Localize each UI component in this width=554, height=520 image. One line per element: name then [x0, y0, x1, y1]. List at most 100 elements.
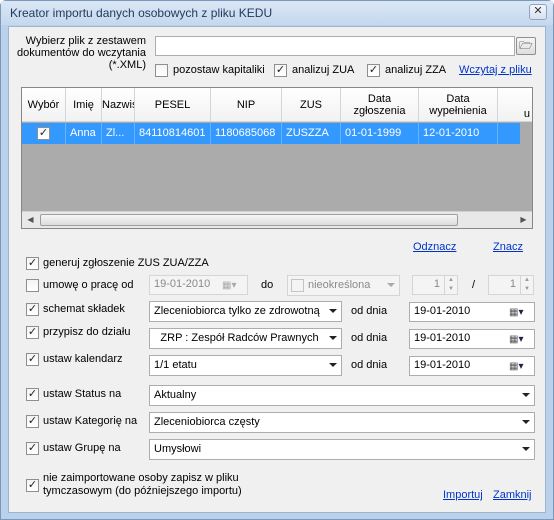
- calendar-icon: ▦▾: [222, 280, 237, 291]
- cell-completion-date[interactable]: 12-01-2010: [419, 123, 498, 144]
- keep-caps-label: pozostaw kapitaliki: [173, 64, 265, 76]
- cell-registration-date[interactable]: 01-01-1999: [341, 123, 419, 144]
- scroll-thumb[interactable]: [40, 214, 458, 226]
- status-value: Aktualny: [154, 389, 197, 401]
- category-value: Zleceniobiorca częsty: [154, 416, 260, 428]
- schema-label: schemat składek: [43, 303, 125, 315]
- col-header-zus[interactable]: ZUS: [282, 88, 341, 122]
- documents-grid[interactable]: Wybór Imię Nazwisko PESEL NIP ZUS Data z…: [21, 87, 533, 229]
- cell-firstname[interactable]: Anna: [66, 123, 102, 144]
- group-label: ustaw Grupę na: [43, 442, 121, 454]
- calendar-date-value: 19-01-2010: [414, 359, 471, 371]
- col-header-pesel[interactable]: PESEL: [135, 88, 211, 122]
- schema-date-label: od dnia: [351, 305, 388, 317]
- col-header-completion-date[interactable]: Data wypełnienia: [419, 88, 498, 122]
- contract-label: umowę o pracę od: [43, 279, 134, 291]
- department-select[interactable]: ZRP : Zespół Radców Prawnych: [149, 328, 342, 349]
- spinner-icon: ▲ ▼: [444, 276, 457, 294]
- cell-lastname[interactable]: Zl...: [102, 123, 135, 144]
- generate-zus-checkbox[interactable]: ✓: [26, 257, 39, 270]
- select-all-link[interactable]: Znacz: [493, 241, 523, 253]
- folder-icon: 🗁: [519, 40, 533, 52]
- indefinite-label: nieokreślona: [308, 279, 371, 291]
- cell-pesel[interactable]: 84110814601: [135, 123, 211, 144]
- save-temp-checkbox[interactable]: ✓: [26, 479, 39, 492]
- load-from-file-link[interactable]: Wczytaj z pliku: [459, 64, 545, 76]
- import-link[interactable]: Importuj: [443, 489, 483, 501]
- file-path-input[interactable]: [155, 36, 515, 56]
- col-header-nip[interactable]: NIP: [211, 88, 282, 122]
- col-header-select[interactable]: Wybór: [22, 88, 66, 122]
- window-title: Kreator importu danych osobowych z pliku…: [10, 6, 273, 20]
- department-date-picker[interactable]: 19-01-2010 ▦▾: [409, 329, 535, 349]
- col-header-lastname[interactable]: Nazwisko: [102, 88, 135, 122]
- calendar-icon[interactable]: ▦▾: [509, 306, 531, 320]
- calendar-label: ustaw kalendarz: [43, 353, 123, 365]
- title-bar: Kreator importu danych osobowych z pliku…: [1, 1, 553, 25]
- calendar-value: 1/1 etatu: [154, 359, 197, 371]
- cell-zus[interactable]: ZUSZZA: [282, 123, 341, 144]
- calendar-icon[interactable]: ▦▾: [509, 360, 531, 374]
- contract-checkbox[interactable]: [26, 279, 39, 292]
- status-select[interactable]: Aktualny: [149, 385, 535, 406]
- calendar-checkbox[interactable]: ✓: [26, 353, 39, 366]
- cell-nip[interactable]: 1180685068: [211, 123, 282, 144]
- col-header-registration-date[interactable]: Data zgłoszenia: [341, 88, 419, 122]
- chevron-down-icon: [329, 336, 337, 340]
- analyze-zua-checkbox[interactable]: ✓: [274, 64, 287, 77]
- department-date-value: 19-01-2010: [414, 332, 471, 344]
- analyze-zza-checkbox[interactable]: ✓: [367, 64, 380, 77]
- analyze-zza-label: analizuj ZZA: [385, 64, 447, 76]
- grid-header: Wybór Imię Nazwisko PESEL NIP ZUS Data z…: [22, 88, 532, 122]
- chevron-down-icon: [329, 363, 337, 367]
- ratio-numerator-value: 1: [433, 278, 440, 290]
- group-checkbox[interactable]: ✓: [26, 442, 39, 455]
- row-select-cell[interactable]: ✓: [22, 123, 66, 144]
- chevron-down-icon: [522, 393, 530, 397]
- category-select[interactable]: Zleceniobiorca częsty: [149, 412, 535, 433]
- grid-horizontal-scrollbar[interactable]: ◀ ▶: [22, 211, 532, 228]
- file-label: Wybierz plik z zestawem dokumentów do wc…: [16, 35, 146, 71]
- generate-zus-label: generuj zgłoszenie ZUS ZUA/ZZA: [43, 257, 209, 269]
- category-label: ustaw Kategorię na: [43, 415, 138, 427]
- department-checkbox[interactable]: ✓: [26, 326, 39, 339]
- calendar-date-picker[interactable]: 19-01-2010 ▦▾: [409, 356, 535, 376]
- status-checkbox[interactable]: ✓: [26, 388, 39, 401]
- save-temp-label: nie zaimportowane osoby zapisz w pliku t…: [43, 472, 242, 497]
- analyze-zua-label: analizuj ZUA: [292, 64, 355, 76]
- group-value: Umysłowi: [154, 443, 202, 455]
- schema-date-picker[interactable]: 19-01-2010 ▦▾: [409, 302, 535, 322]
- schema-select[interactable]: Zleceniobiorca tylko ze zdrowotną: [149, 301, 342, 322]
- close-link[interactable]: Zamknij: [493, 489, 532, 501]
- department-label: przypisz do działu: [43, 326, 131, 338]
- chevron-down-icon: [522, 420, 530, 424]
- browse-button[interactable]: 🗁: [516, 37, 536, 55]
- department-value: ZRP : Zespół Radców Prawnych: [160, 332, 319, 344]
- col-header-more[interactable]: u: [498, 88, 532, 122]
- group-select[interactable]: Umysłowi: [149, 439, 535, 460]
- schema-checkbox[interactable]: ✓: [26, 303, 39, 316]
- ratio-numerator-stepper: 1 ▲ ▼: [412, 275, 458, 295]
- calendar-icon[interactable]: ▦▾: [509, 333, 531, 347]
- table-row[interactable]: ✓ Anna Zl... 84110814601 1180685068 ZUSZ…: [22, 123, 520, 144]
- contract-to-label: do: [261, 279, 274, 291]
- col-header-firstname[interactable]: Imię: [66, 88, 102, 122]
- unselect-all-link[interactable]: Odznacz: [413, 241, 456, 253]
- dialog-window: Kreator importu danych osobowych z pliku…: [0, 0, 554, 520]
- scroll-left-icon[interactable]: ◀: [22, 212, 39, 228]
- category-checkbox[interactable]: ✓: [26, 415, 39, 428]
- keep-caps-checkbox[interactable]: [155, 64, 168, 77]
- ratio-denominator-value: 1: [509, 278, 516, 290]
- ratio-denominator-stepper: 1 ▲ ▼: [488, 275, 534, 295]
- row-select-checkbox[interactable]: ✓: [37, 127, 50, 140]
- chevron-down-icon: [329, 309, 337, 313]
- chevron-down-icon: [387, 283, 395, 287]
- schema-value: Zleceniobiorca tylko ze zdrowotną: [154, 305, 320, 317]
- scroll-right-icon[interactable]: ▶: [515, 212, 532, 228]
- status-label: ustaw Status na: [43, 388, 122, 400]
- calendar-date-label: od dnia: [351, 359, 388, 371]
- spinner-icon: ▲ ▼: [520, 276, 533, 294]
- close-window-button[interactable]: ✕: [529, 4, 547, 20]
- calendar-select[interactable]: 1/1 etatu: [149, 355, 342, 376]
- contract-from-date: 19-01-2010 ▦▾: [149, 275, 248, 295]
